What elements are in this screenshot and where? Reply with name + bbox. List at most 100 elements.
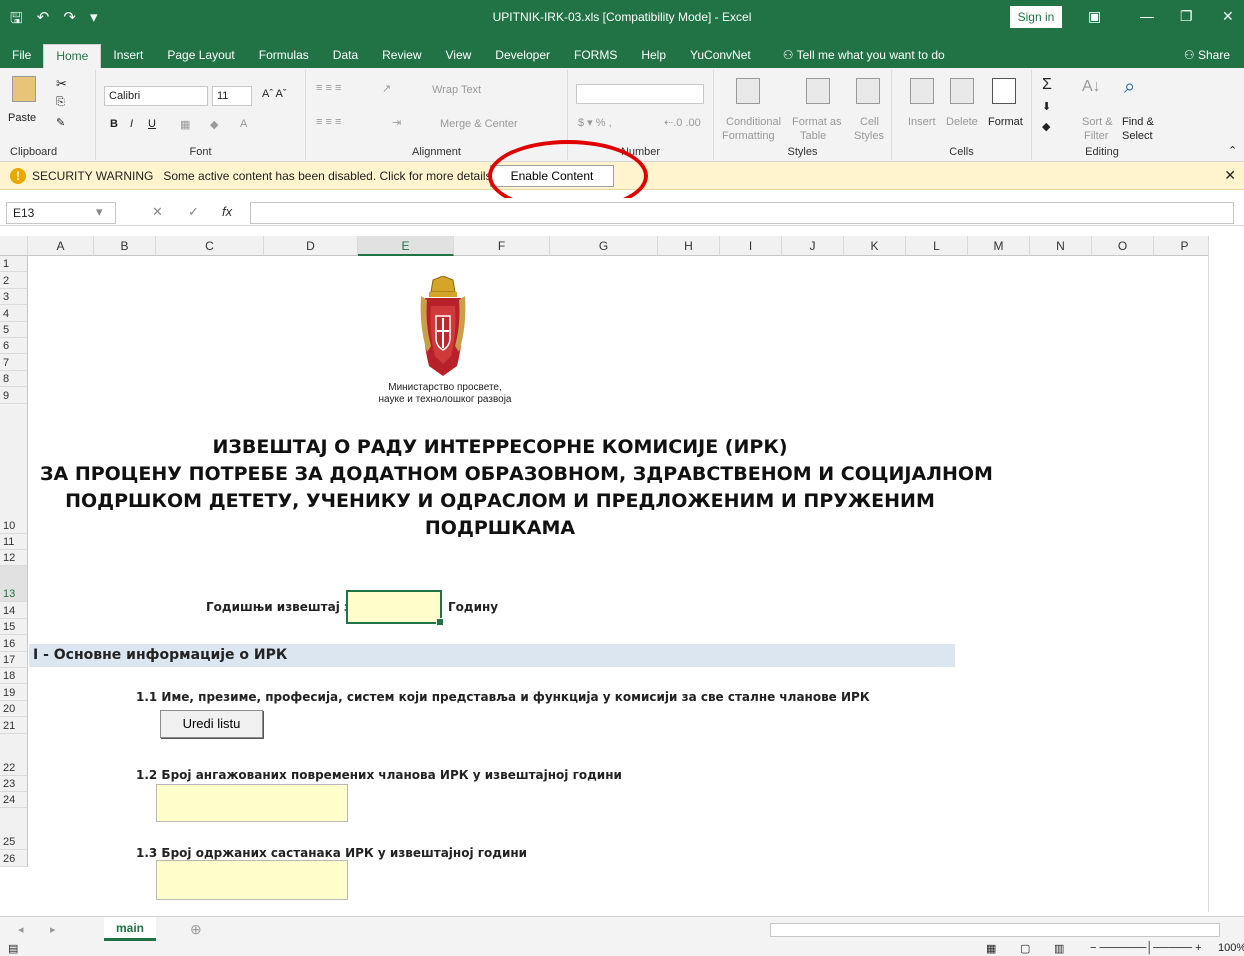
conditional-label[interactable]: Conditional [726, 116, 781, 128]
row-header-5[interactable]: 5 [0, 321, 28, 338]
decimal-icon[interactable]: ⇠.0 .00 [664, 116, 701, 129]
tab-insert[interactable]: Insert [101, 44, 155, 68]
underline-icon[interactable]: U [148, 118, 156, 130]
format-painter-icon[interactable]: ✎ [56, 116, 65, 129]
search-icon[interactable]: ⌕ [1124, 76, 1135, 99]
zoom-slider[interactable]: − ──────│───── + [1090, 942, 1202, 954]
tab-forms[interactable]: FORMS [562, 44, 629, 68]
normal-view-icon[interactable]: ▦ [986, 942, 996, 955]
filter-label[interactable]: Filter [1084, 130, 1108, 142]
column-header-g[interactable]: G [550, 236, 658, 256]
row-header-17[interactable]: 17 [0, 651, 28, 668]
column-header-o[interactable]: O [1092, 236, 1154, 256]
conditional-formatting-icon[interactable] [736, 78, 760, 104]
new-sheet-icon[interactable]: ⊕ [190, 921, 202, 938]
row-header-12[interactable]: 12 [0, 550, 28, 567]
cell-styles-icon[interactable] [856, 78, 880, 104]
column-header-m[interactable]: M [968, 236, 1030, 256]
sort-label[interactable]: Sort & [1082, 116, 1113, 128]
insert-label[interactable]: Insert [908, 116, 936, 128]
delete-cells-icon[interactable] [950, 78, 974, 104]
font-name-dropdown[interactable]: Calibri [104, 86, 208, 106]
paste-icon[interactable] [12, 76, 36, 102]
meetings-count-input[interactable] [156, 860, 348, 900]
fill-icon[interactable]: ⬇ [1042, 100, 1051, 113]
row-header-7[interactable]: 7 [0, 354, 28, 371]
row-header-18[interactable]: 18 [0, 668, 28, 685]
security-warning-text[interactable]: SECURITY WARNING Some active content has… [32, 169, 495, 183]
autosum-icon[interactable]: Σ [1042, 76, 1052, 94]
top-align-icon[interactable]: ≡ ≡ ≡ [316, 82, 341, 94]
sign-in-button[interactable]: Sign in [1010, 6, 1062, 28]
copy-icon[interactable]: ⎘ [56, 96, 65, 109]
merge-center-button[interactable]: Merge & Center [440, 118, 518, 130]
horizontal-scrollbar[interactable] [770, 923, 1220, 937]
row-header-24[interactable]: 24 [0, 792, 28, 809]
tell-me-search[interactable]: ⚇ Tell me what you want to do [771, 44, 957, 68]
next-sheet-icon[interactable]: ▸ [50, 923, 56, 936]
close-warning-icon[interactable]: ✕ [1224, 167, 1236, 184]
row-header-23[interactable]: 23 [0, 775, 28, 792]
share-button[interactable]: ⚇ Share [1184, 48, 1230, 62]
cell-label[interactable]: Cell [860, 116, 879, 128]
row-header-6[interactable]: 6 [0, 338, 28, 355]
fill-color-icon[interactable]: ◆ [210, 118, 218, 131]
row-header-19[interactable]: 19 [0, 684, 28, 701]
clear-icon[interactable]: ◆ [1042, 120, 1050, 133]
tab-yuconvnet[interactable]: YuConvNet [678, 44, 763, 68]
minimize-icon[interactable]: — [1140, 8, 1154, 24]
bold-icon[interactable]: B [110, 118, 118, 130]
left-align-icon[interactable]: ≡ ≡ ≡ [316, 116, 341, 128]
styles-btn-label[interactable]: Styles [854, 130, 884, 142]
ribbon-display-icon[interactable]: ▣ [1088, 8, 1101, 25]
page-layout-view-icon[interactable]: ▢ [1020, 942, 1030, 955]
collapse-ribbon-icon[interactable]: ⌃ [1228, 144, 1237, 157]
tab-view[interactable]: View [434, 44, 484, 68]
paste-label[interactable]: Paste [8, 112, 36, 124]
column-header-c[interactable]: C [156, 236, 264, 256]
row-header-9[interactable]: 9 [0, 387, 28, 404]
sort-filter-icon[interactable]: A↓ [1082, 78, 1101, 96]
edit-list-button[interactable]: Uredi listu [160, 710, 263, 738]
indent-icon[interactable]: ⇥ [392, 116, 401, 129]
format-cells-icon[interactable] [992, 78, 1016, 104]
row-header-26[interactable]: 26 [0, 850, 28, 867]
formatting-label[interactable]: Formatting [722, 130, 775, 142]
name-box-dropdown-icon[interactable]: ▾ [96, 204, 103, 220]
row-header-15[interactable]: 15 [0, 618, 28, 636]
row-header-16[interactable]: 16 [0, 635, 28, 652]
select-all-corner[interactable] [0, 236, 28, 256]
delete-label[interactable]: Delete [946, 116, 978, 128]
row-header-13[interactable]: 13 [0, 566, 28, 603]
row-header-25[interactable]: 25 [0, 808, 28, 851]
row-header-20[interactable]: 20 [0, 700, 28, 718]
font-size-dropdown[interactable]: 11 [212, 86, 252, 106]
number-format-dropdown[interactable] [576, 84, 704, 104]
row-header-10[interactable]: 10 [0, 403, 28, 534]
enter-icon[interactable]: ✓ [188, 204, 199, 220]
page-break-view-icon[interactable]: ▥ [1054, 942, 1064, 955]
close-icon[interactable]: ✕ [1222, 8, 1234, 25]
tab-page-layout[interactable]: Page Layout [155, 44, 246, 68]
tab-developer[interactable]: Developer [483, 44, 562, 68]
select-label[interactable]: Select [1122, 130, 1153, 142]
wrap-text-button[interactable]: Wrap Text [432, 84, 481, 96]
cut-icon[interactable]: ✂ [56, 76, 67, 92]
row-header-21[interactable]: 21 [0, 717, 28, 734]
row-header-8[interactable]: 8 [0, 370, 28, 388]
column-header-p[interactable]: P [1154, 236, 1216, 256]
column-header-i[interactable]: I [720, 236, 782, 256]
insert-cells-icon[interactable] [910, 78, 934, 104]
zoom-level[interactable]: 100% [1218, 942, 1244, 954]
sheet-tab-main[interactable]: main [104, 917, 156, 941]
year-input-cell[interactable] [346, 590, 444, 626]
format-label[interactable]: Format [988, 116, 1023, 128]
insert-function-icon[interactable]: fx [222, 204, 232, 219]
italic-icon[interactable]: I [130, 118, 133, 130]
table-label[interactable]: Table [800, 130, 826, 142]
column-header-n[interactable]: N [1030, 236, 1092, 256]
restore-icon[interactable]: ❐ [1180, 8, 1193, 25]
currency-icon[interactable]: $ ▾ % , [578, 116, 612, 129]
orientation-icon[interactable]: ↗ [382, 82, 391, 95]
column-header-e[interactable]: E [358, 236, 454, 256]
